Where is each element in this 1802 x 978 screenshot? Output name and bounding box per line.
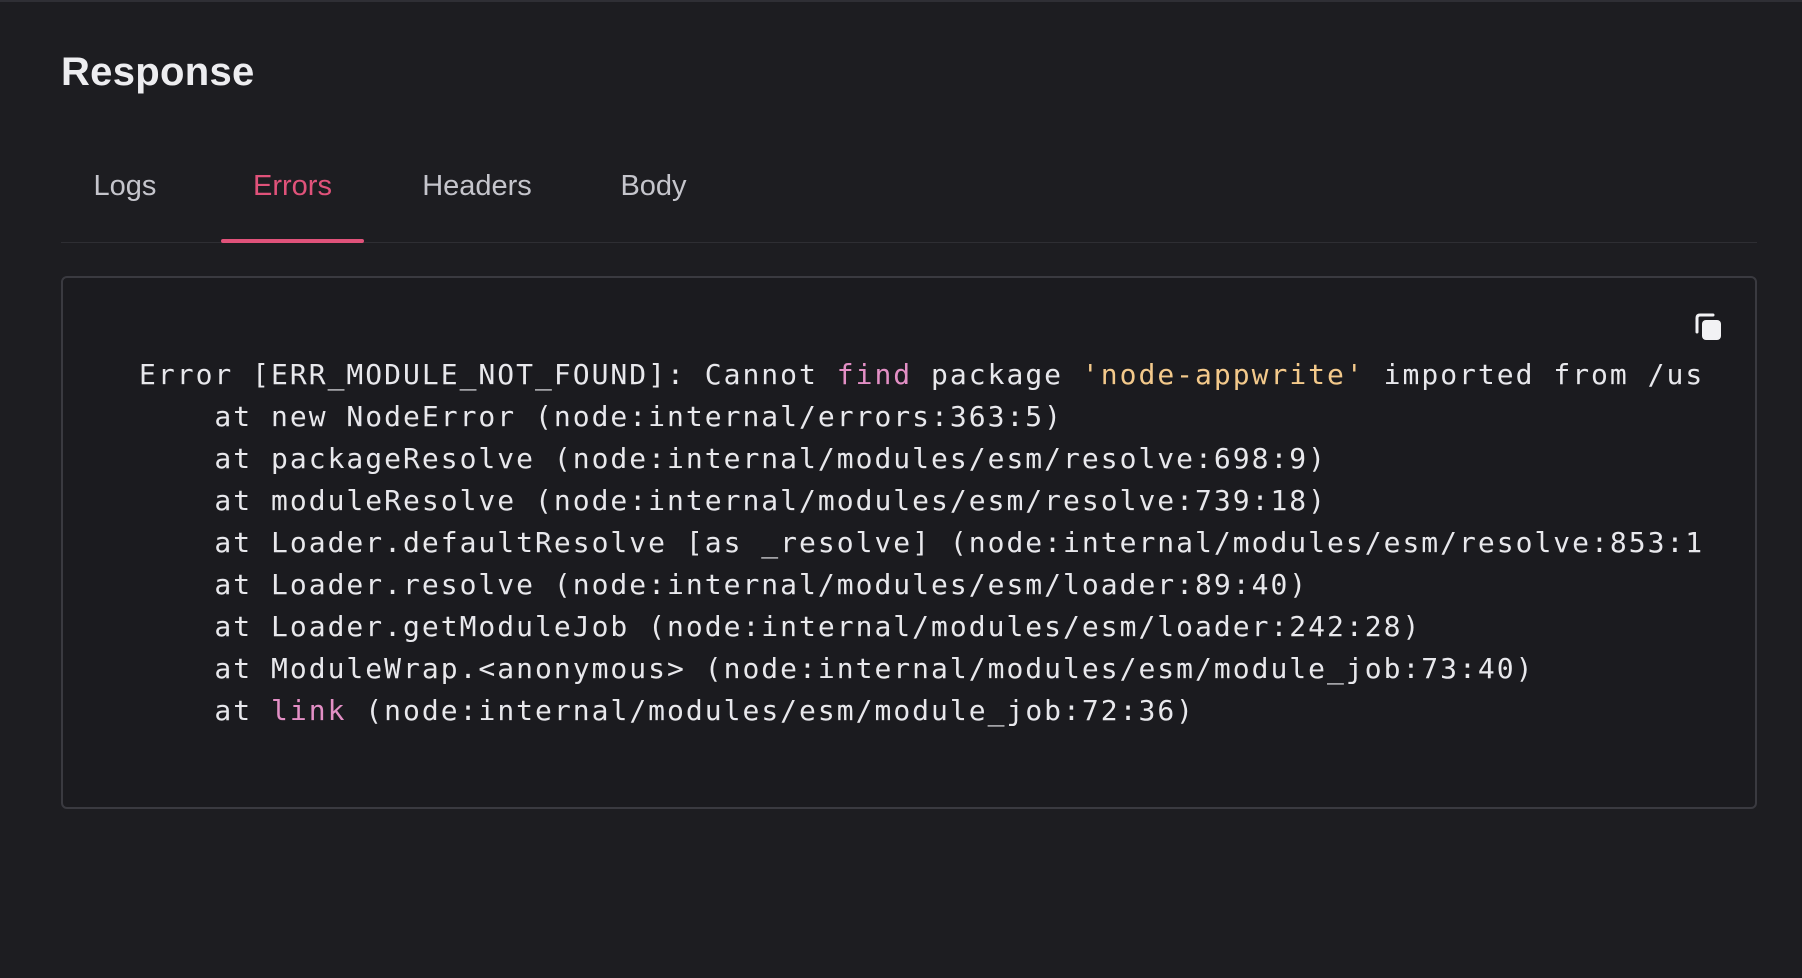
code-string: 'node-appwrite'	[1081, 358, 1365, 391]
copy-icon	[1695, 313, 1721, 340]
stack-line: at moduleResolve (node:internal/modules/…	[139, 484, 1328, 517]
stack-line: at link (node:internal/modules/esm/modul…	[139, 690, 1771, 732]
stack-line: at Loader.getModuleJob (node:internal/mo…	[139, 610, 1422, 643]
stack-line: at ModuleWrap.<anonymous> (node:internal…	[139, 652, 1535, 685]
stack-line: at Loader.defaultResolve [as _resolve] (…	[139, 526, 1705, 559]
error-line: Error [ERR_MODULE_NOT_FOUND]: Cannot fin…	[139, 354, 1771, 396]
copy-button[interactable]	[1691, 310, 1725, 344]
code-text: at	[139, 694, 272, 727]
tab-headers[interactable]: Headers	[396, 150, 558, 242]
code-text: package	[912, 358, 1082, 391]
top-divider	[0, 0, 1802, 2]
error-output-panel: Error [ERR_MODULE_NOT_FOUND]: Cannot fin…	[61, 276, 1757, 809]
page-title: Response	[61, 50, 255, 94]
stack-line: at Loader.resolve (node:internal/modules…	[139, 568, 1309, 601]
stack-line: at packageResolve (node:internal/modules…	[139, 442, 1328, 475]
code-keyword: find	[836, 358, 913, 391]
tab-errors[interactable]: Errors	[221, 150, 364, 243]
error-output-scroll-area[interactable]: Error [ERR_MODULE_NOT_FOUND]: Cannot fin…	[139, 354, 1771, 754]
code-keyword: link	[271, 694, 347, 727]
code-text: (node:internal/modules/esm/module_job:72…	[346, 694, 1196, 727]
tab-body[interactable]: Body	[590, 150, 717, 242]
code-text: imported from /us	[1364, 358, 1705, 391]
code-text: Error [ERR_MODULE_NOT_FOUND]: Cannot	[139, 358, 837, 391]
tab-logs[interactable]: Logs	[61, 150, 189, 242]
stack-line: at new NodeError (node:internal/errors:3…	[139, 400, 1064, 433]
response-tabs: Logs Errors Headers Body	[61, 150, 1757, 243]
